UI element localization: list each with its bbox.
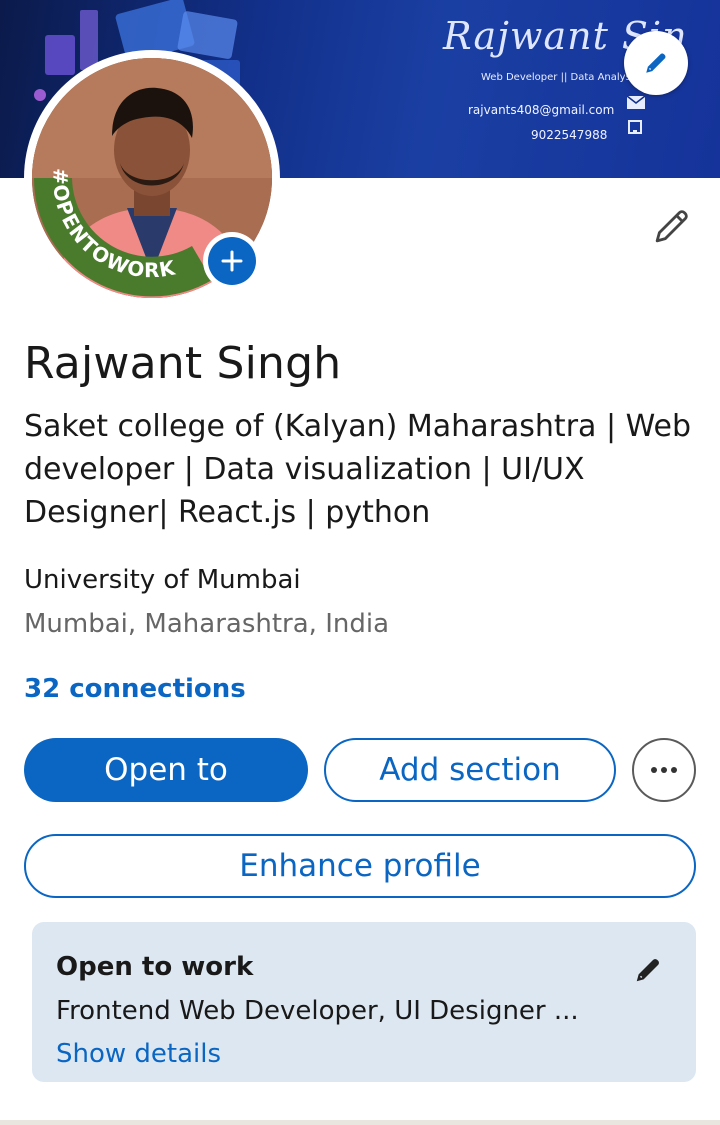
add-photo-button[interactable]	[203, 232, 261, 290]
ellipsis-icon	[651, 767, 677, 773]
profile-education[interactable]: University of Mumbai	[24, 565, 301, 595]
open-to-button[interactable]: Open to	[24, 738, 308, 802]
connections-link[interactable]: 32 connections	[24, 674, 246, 704]
plus-icon	[221, 250, 243, 272]
profile-name: Rajwant Singh	[24, 338, 342, 389]
banner-email: rajvants408@gmail.com	[468, 103, 615, 117]
more-actions-button[interactable]	[632, 738, 696, 802]
open-to-work-card: Open to work Frontend Web Developer, UI …	[32, 922, 696, 1082]
svg-text:#OPENTOWORK: #OPENTOWORK	[48, 168, 178, 282]
profile-headline: Saket college of (Kalyan) Maharashtra | …	[24, 409, 692, 530]
edit-banner-button[interactable]	[624, 31, 688, 95]
banner-phone: 9022547988	[531, 128, 608, 142]
profile-location: Mumbai, Maharashtra, India	[24, 609, 390, 639]
phone-icon	[628, 120, 642, 134]
add-section-button[interactable]: Add section	[324, 738, 616, 802]
enhance-profile-button[interactable]: Enhance profile	[24, 834, 696, 898]
open-to-work-title: Open to work	[56, 952, 254, 982]
pencil-icon	[636, 959, 659, 982]
show-details-link[interactable]: Show details	[56, 1039, 221, 1069]
section-divider	[0, 1120, 720, 1125]
pencil-icon	[646, 53, 666, 73]
edit-open-to-work-button[interactable]	[630, 952, 666, 988]
edit-intro-button[interactable]	[646, 200, 698, 252]
pencil-icon	[655, 210, 688, 243]
open-to-work-roles: Frontend Web Developer, UI Designer ...	[56, 996, 579, 1026]
mail-icon	[627, 96, 645, 109]
open-to-work-badge-text: #OPENTOWORK	[48, 168, 177, 282]
banner-subtitle: Web Developer || Data Analys	[481, 72, 631, 83]
